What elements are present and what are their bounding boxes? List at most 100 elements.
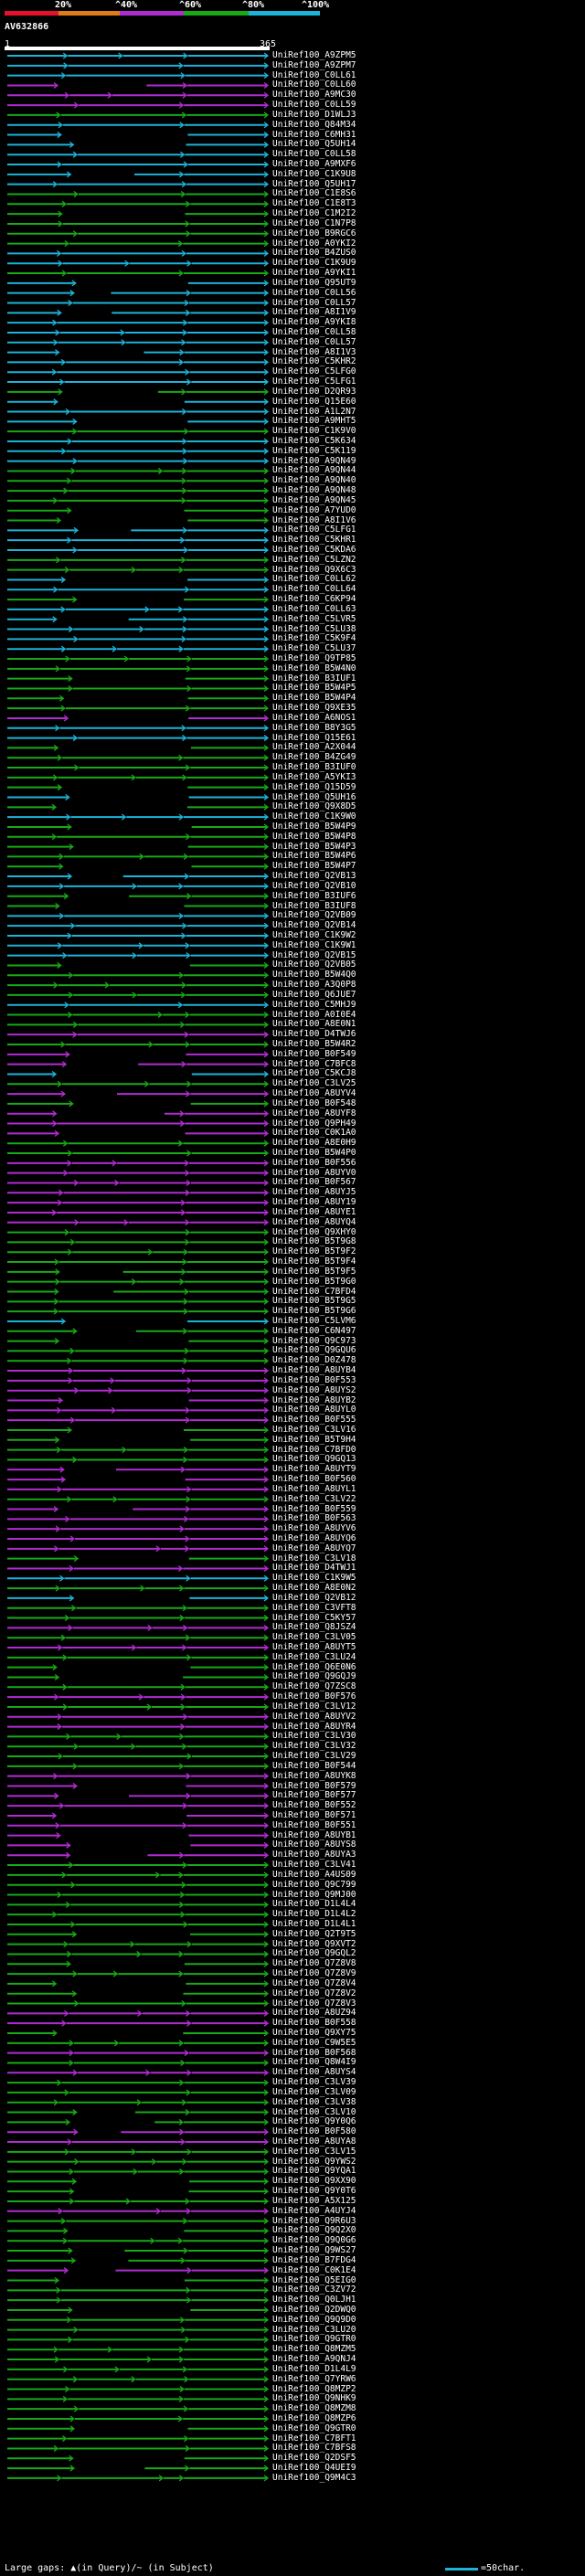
hit-id-label[interactable]: UniRef100_A7YUD0 <box>272 505 356 515</box>
hit-id-label[interactable]: UniRef100_Q8JSZ4 <box>272 1623 356 1632</box>
hit-id-label[interactable]: UniRef100_A8UYJ5 <box>272 1188 356 1197</box>
hit-id-label[interactable]: UniRef100_C5K9F4 <box>272 634 356 643</box>
hit-id-label[interactable]: UniRef100_Q6E0N6 <box>272 1662 356 1672</box>
hit-id-label[interactable]: UniRef100_C5LFG1 <box>272 377 356 387</box>
hit-id-label[interactable]: UniRef100_B8Y3G5 <box>272 723 356 733</box>
hit-id-label[interactable]: UniRef100_C1K9W0 <box>272 812 356 822</box>
hit-id-label[interactable]: UniRef100_C5LVM6 <box>272 1316 356 1326</box>
hit-id-label[interactable]: UniRef100_C3LV39 <box>272 2078 356 2087</box>
hit-id-label[interactable]: UniRef100_C1E8S6 <box>272 189 356 198</box>
hit-id-label[interactable]: UniRef100_C1E8T3 <box>272 199 356 208</box>
hit-id-label[interactable]: UniRef100_Q9C799 <box>272 1880 356 1890</box>
hit-id-label[interactable]: UniRef100_B0F553 <box>272 1375 356 1385</box>
hit-id-label[interactable]: UniRef100_Q9GQL2 <box>272 1949 356 1958</box>
hit-id-label[interactable]: UniRef100_D1L4L4 <box>272 1900 356 1909</box>
hit-id-label[interactable]: UniRef100_C1M2I2 <box>272 209 356 218</box>
hit-id-label[interactable]: UniRef100_Q9XE35 <box>272 704 356 713</box>
hit-id-label[interactable]: UniRef100_A6NOS1 <box>272 713 356 723</box>
hit-id-label[interactable]: UniRef100_D1L4L9 <box>272 2364 356 2374</box>
hit-id-label[interactable]: UniRef100_C5KHR2 <box>272 357 356 366</box>
hit-id-label[interactable]: UniRef100_A8UYB2 <box>272 1395 356 1405</box>
hit-id-label[interactable]: UniRef100_B0F544 <box>272 1761 356 1771</box>
hit-id-label[interactable]: UniRef100_A0I0E4 <box>272 1010 356 1020</box>
hit-id-label[interactable]: UniRef100_Q9M4C3 <box>272 2473 356 2483</box>
hit-id-label[interactable]: UniRef100_C3LV09 <box>272 2087 356 2097</box>
hit-id-label[interactable]: UniRef100_A8UYB4 <box>272 1366 356 1375</box>
hit-id-label[interactable]: UniRef100_D2QR93 <box>272 387 356 397</box>
hit-id-label[interactable]: UniRef100_C1K9W1 <box>272 940 356 950</box>
hit-id-label[interactable]: UniRef100_Q7Z8V2 <box>272 1988 356 1998</box>
hit-id-label[interactable]: UniRef100_B5W4P9 <box>272 822 356 832</box>
hit-id-label[interactable]: UniRef100_A1L2N7 <box>272 407 356 417</box>
hit-id-label[interactable]: UniRef100_A8UYK8 <box>272 1771 356 1781</box>
hit-id-label[interactable]: UniRef100_A3Q0P8 <box>272 981 356 990</box>
hit-id-label[interactable]: UniRef100_Q9C973 <box>272 1336 356 1346</box>
hit-id-label[interactable]: UniRef100_B0F551 <box>272 1820 356 1830</box>
hit-id-label[interactable]: UniRef100_Q9GQJ9 <box>272 1672 356 1681</box>
hit-id-label[interactable]: UniRef100_B0F579 <box>272 1781 356 1791</box>
hit-id-label[interactable]: UniRef100_A8UYQ6 <box>272 1534 356 1543</box>
hit-id-label[interactable]: UniRef100_C5K119 <box>272 446 356 456</box>
hit-id-label[interactable]: UniRef100_A8UYV2 <box>272 1712 356 1722</box>
hit-id-label[interactable]: UniRef100_Q2VB14 <box>272 921 356 930</box>
hit-id-label[interactable]: UniRef100_C0LL63 <box>272 604 356 614</box>
hit-id-label[interactable]: UniRef100_C3LU20 <box>272 2325 356 2335</box>
hit-id-label[interactable]: UniRef100_C3LV32 <box>272 1742 356 1751</box>
hit-id-label[interactable]: UniRef100_B0F559 <box>272 1504 356 1514</box>
hit-id-label[interactable]: UniRef100_B9RGC6 <box>272 228 356 239</box>
hit-id-label[interactable]: UniRef100_Q9PH49 <box>272 1118 356 1129</box>
hit-id-label[interactable]: UniRef100_B5W4P0 <box>272 1149 356 1158</box>
hit-id-label[interactable]: UniRef100_B5W4N0 <box>272 663 356 673</box>
hit-id-label[interactable]: UniRef100_A9YKI8 <box>272 318 356 327</box>
hit-id-label[interactable]: UniRef100_B3IUF6 <box>272 891 356 901</box>
hit-id-label[interactable]: UniRef100_D1L4L2 <box>272 1910 356 1919</box>
hit-id-label[interactable]: UniRef100_D4TWJ1 <box>272 1564 356 1573</box>
hit-id-label[interactable]: UniRef100_C1N7P8 <box>272 218 356 228</box>
hit-id-label[interactable]: UniRef100_Q2VB15 <box>272 950 356 960</box>
hit-id-label[interactable]: UniRef100_C5LFG0 <box>272 367 356 376</box>
hit-id-label[interactable]: UniRef100_D4TWJ6 <box>272 1030 356 1039</box>
hit-id-label[interactable]: UniRef100_C5KCJ8 <box>272 1069 356 1078</box>
hit-id-label[interactable]: UniRef100_C1K9U8 <box>272 169 356 179</box>
hit-id-label[interactable]: UniRef100_A9ZPM7 <box>272 60 356 70</box>
hit-id-label[interactable]: UniRef100_Q9TP85 <box>272 654 356 663</box>
hit-id-label[interactable]: UniRef100_A8UYA8 <box>272 2137 356 2147</box>
hit-id-label[interactable]: UniRef100_A8UYF8 <box>272 1108 356 1118</box>
hit-id-label[interactable]: UniRef100_B7FDG4 <box>272 2255 356 2265</box>
hit-id-label[interactable]: UniRef100_C5MHJ9 <box>272 1000 356 1010</box>
hit-id-label[interactable]: UniRef100_Q8W4I9 <box>272 2058 356 2067</box>
hit-id-label[interactable]: UniRef100_Q9GQU6 <box>272 1346 356 1355</box>
hit-id-label[interactable]: UniRef100_C1K9V0 <box>272 427 356 436</box>
hit-id-label[interactable]: UniRef100_C7BFD4 <box>272 1287 356 1297</box>
hit-id-label[interactable]: UniRef100_A9MC30 <box>272 90 356 100</box>
hit-id-label[interactable]: UniRef100_Q9XVT2 <box>272 1939 356 1949</box>
hit-id-label[interactable]: UniRef100_Q7ZSC8 <box>272 1682 356 1691</box>
hit-id-label[interactable]: UniRef100_C1K9U9 <box>272 259 356 268</box>
hit-id-label[interactable]: UniRef100_B5T9F5 <box>272 1267 356 1277</box>
hit-id-label[interactable]: UniRef100_Q9X8D5 <box>272 802 356 811</box>
hit-id-label[interactable]: UniRef100_C3LV18 <box>272 1553 356 1564</box>
hit-id-label[interactable]: UniRef100_C5LU38 <box>272 624 356 634</box>
hit-id-label[interactable]: UniRef100_Q15D59 <box>272 782 356 792</box>
hit-id-label[interactable]: UniRef100_C6KP94 <box>272 595 356 604</box>
hit-id-label[interactable]: UniRef100_Q2DSF5 <box>272 2454 356 2463</box>
hit-id-label[interactable]: UniRef100_B0F576 <box>272 1692 356 1701</box>
hit-id-label[interactable]: UniRef100_B5T9G5 <box>272 1297 356 1306</box>
hit-id-label[interactable]: UniRef100_A8UYV6 <box>272 1524 356 1533</box>
hit-id-label[interactable]: UniRef100_C7BFC8 <box>272 1059 356 1069</box>
hit-id-label[interactable]: UniRef100_A9QN45 <box>272 495 356 505</box>
hit-id-label[interactable]: UniRef100_Q84M34 <box>272 120 356 130</box>
hit-id-label[interactable]: UniRef100_B5W4P3 <box>272 842 356 852</box>
hit-id-label[interactable]: UniRef100_Q4UEI9 <box>272 2464 356 2473</box>
hit-id-label[interactable]: UniRef100_B5T9G0 <box>272 1277 356 1287</box>
hit-id-label[interactable]: UniRef100_C0K1E4 <box>272 2265 356 2275</box>
hit-id-label[interactable]: UniRef100_B0F577 <box>272 1791 356 1800</box>
hit-id-label[interactable]: UniRef100_A5YKI3 <box>272 772 356 782</box>
hit-id-label[interactable]: UniRef100_Q9R6U3 <box>272 2216 356 2226</box>
hit-id-label[interactable]: UniRef100_A9QN44 <box>272 466 356 475</box>
hit-id-label[interactable]: UniRef100_B0F560 <box>272 1475 356 1484</box>
hit-id-label[interactable]: UniRef100_Q5UH16 <box>272 792 356 802</box>
hit-id-label[interactable]: UniRef100_B5W4P5 <box>272 684 356 693</box>
hit-id-label[interactable]: UniRef100_A8UY19 <box>272 1198 356 1207</box>
hit-id-label[interactable]: UniRef100_B5T9G6 <box>272 1307 356 1316</box>
